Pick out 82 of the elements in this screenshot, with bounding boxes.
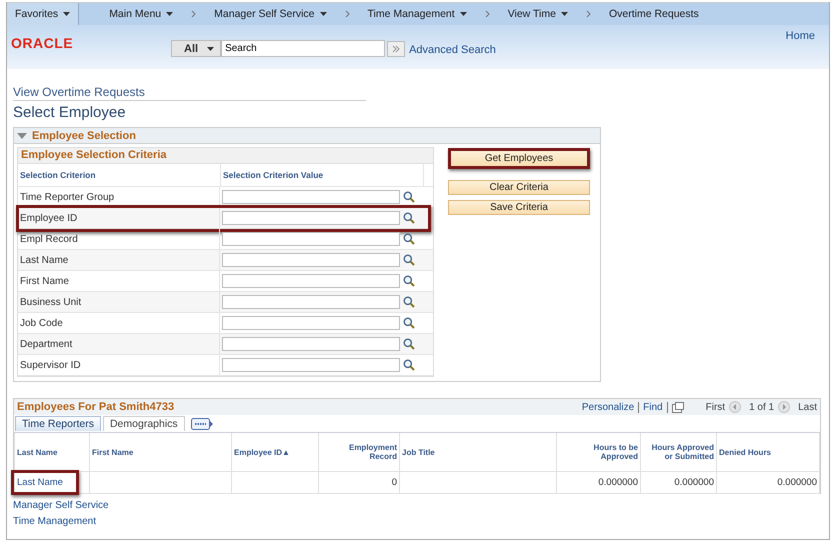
go-button[interactable]: [387, 40, 406, 56]
advanced-search-link[interactable]: Advanced Search: [409, 44, 496, 56]
page-count: 1 of 1: [749, 402, 774, 412]
action-button[interactable]: Save Criteria: [448, 200, 590, 215]
menu-item[interactable]: View Time: [502, 3, 574, 25]
menu-item[interactable]: Time Management: [362, 3, 473, 25]
column-header: Selection Criterion: [18, 164, 221, 186]
value-field[interactable]: [222, 295, 400, 309]
value-field[interactable]: [222, 316, 400, 330]
column-header: Hours to be Approved: [556, 433, 640, 472]
search-icon[interactable]: [403, 317, 416, 329]
previous-icon[interactable]: [729, 401, 742, 413]
home-link[interactable]: Home: [786, 30, 815, 42]
criterion-label: Empl Record: [18, 229, 220, 249]
find-link[interactable]: Find: [643, 402, 663, 412]
value-field[interactable]: [222, 358, 400, 372]
search-icon[interactable]: [403, 275, 416, 287]
highlight-frame: [11, 470, 79, 495]
table-cell: 0: [392, 477, 397, 488]
column-header: Selection Criterion Value: [221, 164, 424, 186]
logo: ORACLE: [11, 35, 74, 51]
chevron-icon: [191, 10, 196, 18]
search-icon[interactable]: [403, 212, 416, 224]
tab[interactable]: Demographics: [102, 416, 185, 431]
action-button[interactable]: Clear Criteria: [448, 180, 590, 195]
show-all-columns-icon[interactable]: [190, 418, 213, 430]
pager-label: First: [706, 402, 726, 412]
value-field[interactable]: [222, 190, 400, 204]
table-cell: 0.000000: [777, 477, 817, 488]
grid-title: Employee Selection Criteria: [18, 148, 433, 164]
page-title: Select Employee: [13, 104, 127, 121]
column-header: Job Title: [400, 433, 556, 472]
chevron-icon: [586, 10, 591, 18]
criterion-label: Department: [18, 334, 220, 354]
value-field[interactable]: [222, 337, 400, 351]
pager-label: Last: [798, 402, 817, 412]
value-field[interactable]: [222, 253, 400, 267]
criterion-label: Business Unit: [18, 292, 220, 312]
criterion-label: Supervisor ID: [18, 355, 220, 375]
table-cell: 0.000000: [674, 477, 714, 488]
personalize-link[interactable]: Personalize: [582, 402, 634, 412]
column-header: Denied Hours: [716, 433, 820, 472]
next-icon[interactable]: [778, 401, 790, 413]
caret-icon: [207, 46, 214, 50]
criterion-label: Last Name: [18, 250, 220, 270]
search-icon[interactable]: [403, 191, 416, 203]
table-cell: 0.000000: [598, 477, 638, 488]
criterion-label: Employee ID: [18, 208, 220, 228]
criterion-label: Job Code: [18, 313, 220, 333]
menu-item[interactable]: Favorites: [7, 3, 80, 25]
menu-item[interactable]: Manager Self Service: [208, 3, 333, 25]
column-header: Employment Record: [318, 433, 400, 472]
footer-link[interactable]: Time Management: [13, 516, 96, 527]
value-field[interactable]: [222, 274, 400, 288]
footer-link[interactable]: Manager Self Service: [13, 500, 109, 511]
grid-title: Employees For Pat Smith4733: [17, 401, 174, 413]
scope-dropdown[interactable]: All: [171, 40, 222, 57]
action-button[interactable]: Get Employees: [448, 148, 590, 169]
column-header: Last Name: [14, 433, 90, 472]
collapse-icon[interactable]: [17, 132, 27, 138]
chevron-icon: [484, 10, 490, 18]
search-icon[interactable]: [403, 254, 416, 266]
menu-item[interactable]: Main Menu: [103, 3, 180, 25]
breadcrumb-title: View Overtime Requests: [13, 85, 366, 101]
menu-item[interactable]: Overtime Requests: [602, 3, 705, 25]
section-header[interactable]: Employee Selection: [14, 128, 600, 144]
criterion-label: Time Reporter Group: [18, 187, 220, 207]
search-field[interactable]: Search: [221, 40, 386, 57]
chevron-icon: [344, 10, 350, 18]
criterion-label: First Name: [18, 271, 220, 291]
value-field[interactable]: [222, 211, 400, 225]
tab[interactable]: Time Reporters: [15, 416, 101, 431]
search-icon[interactable]: [403, 296, 416, 308]
search-icon[interactable]: [403, 233, 416, 245]
column-header: Employee ID▲: [232, 433, 318, 472]
column-header: Hours Approved or Submitted: [640, 433, 716, 472]
search-icon[interactable]: [403, 359, 416, 371]
column-header: First Name: [90, 433, 232, 472]
value-field[interactable]: [222, 232, 400, 246]
new-window-icon[interactable]: [672, 402, 684, 412]
search-icon[interactable]: [403, 338, 416, 350]
section-title: Employee Selection: [32, 130, 136, 142]
